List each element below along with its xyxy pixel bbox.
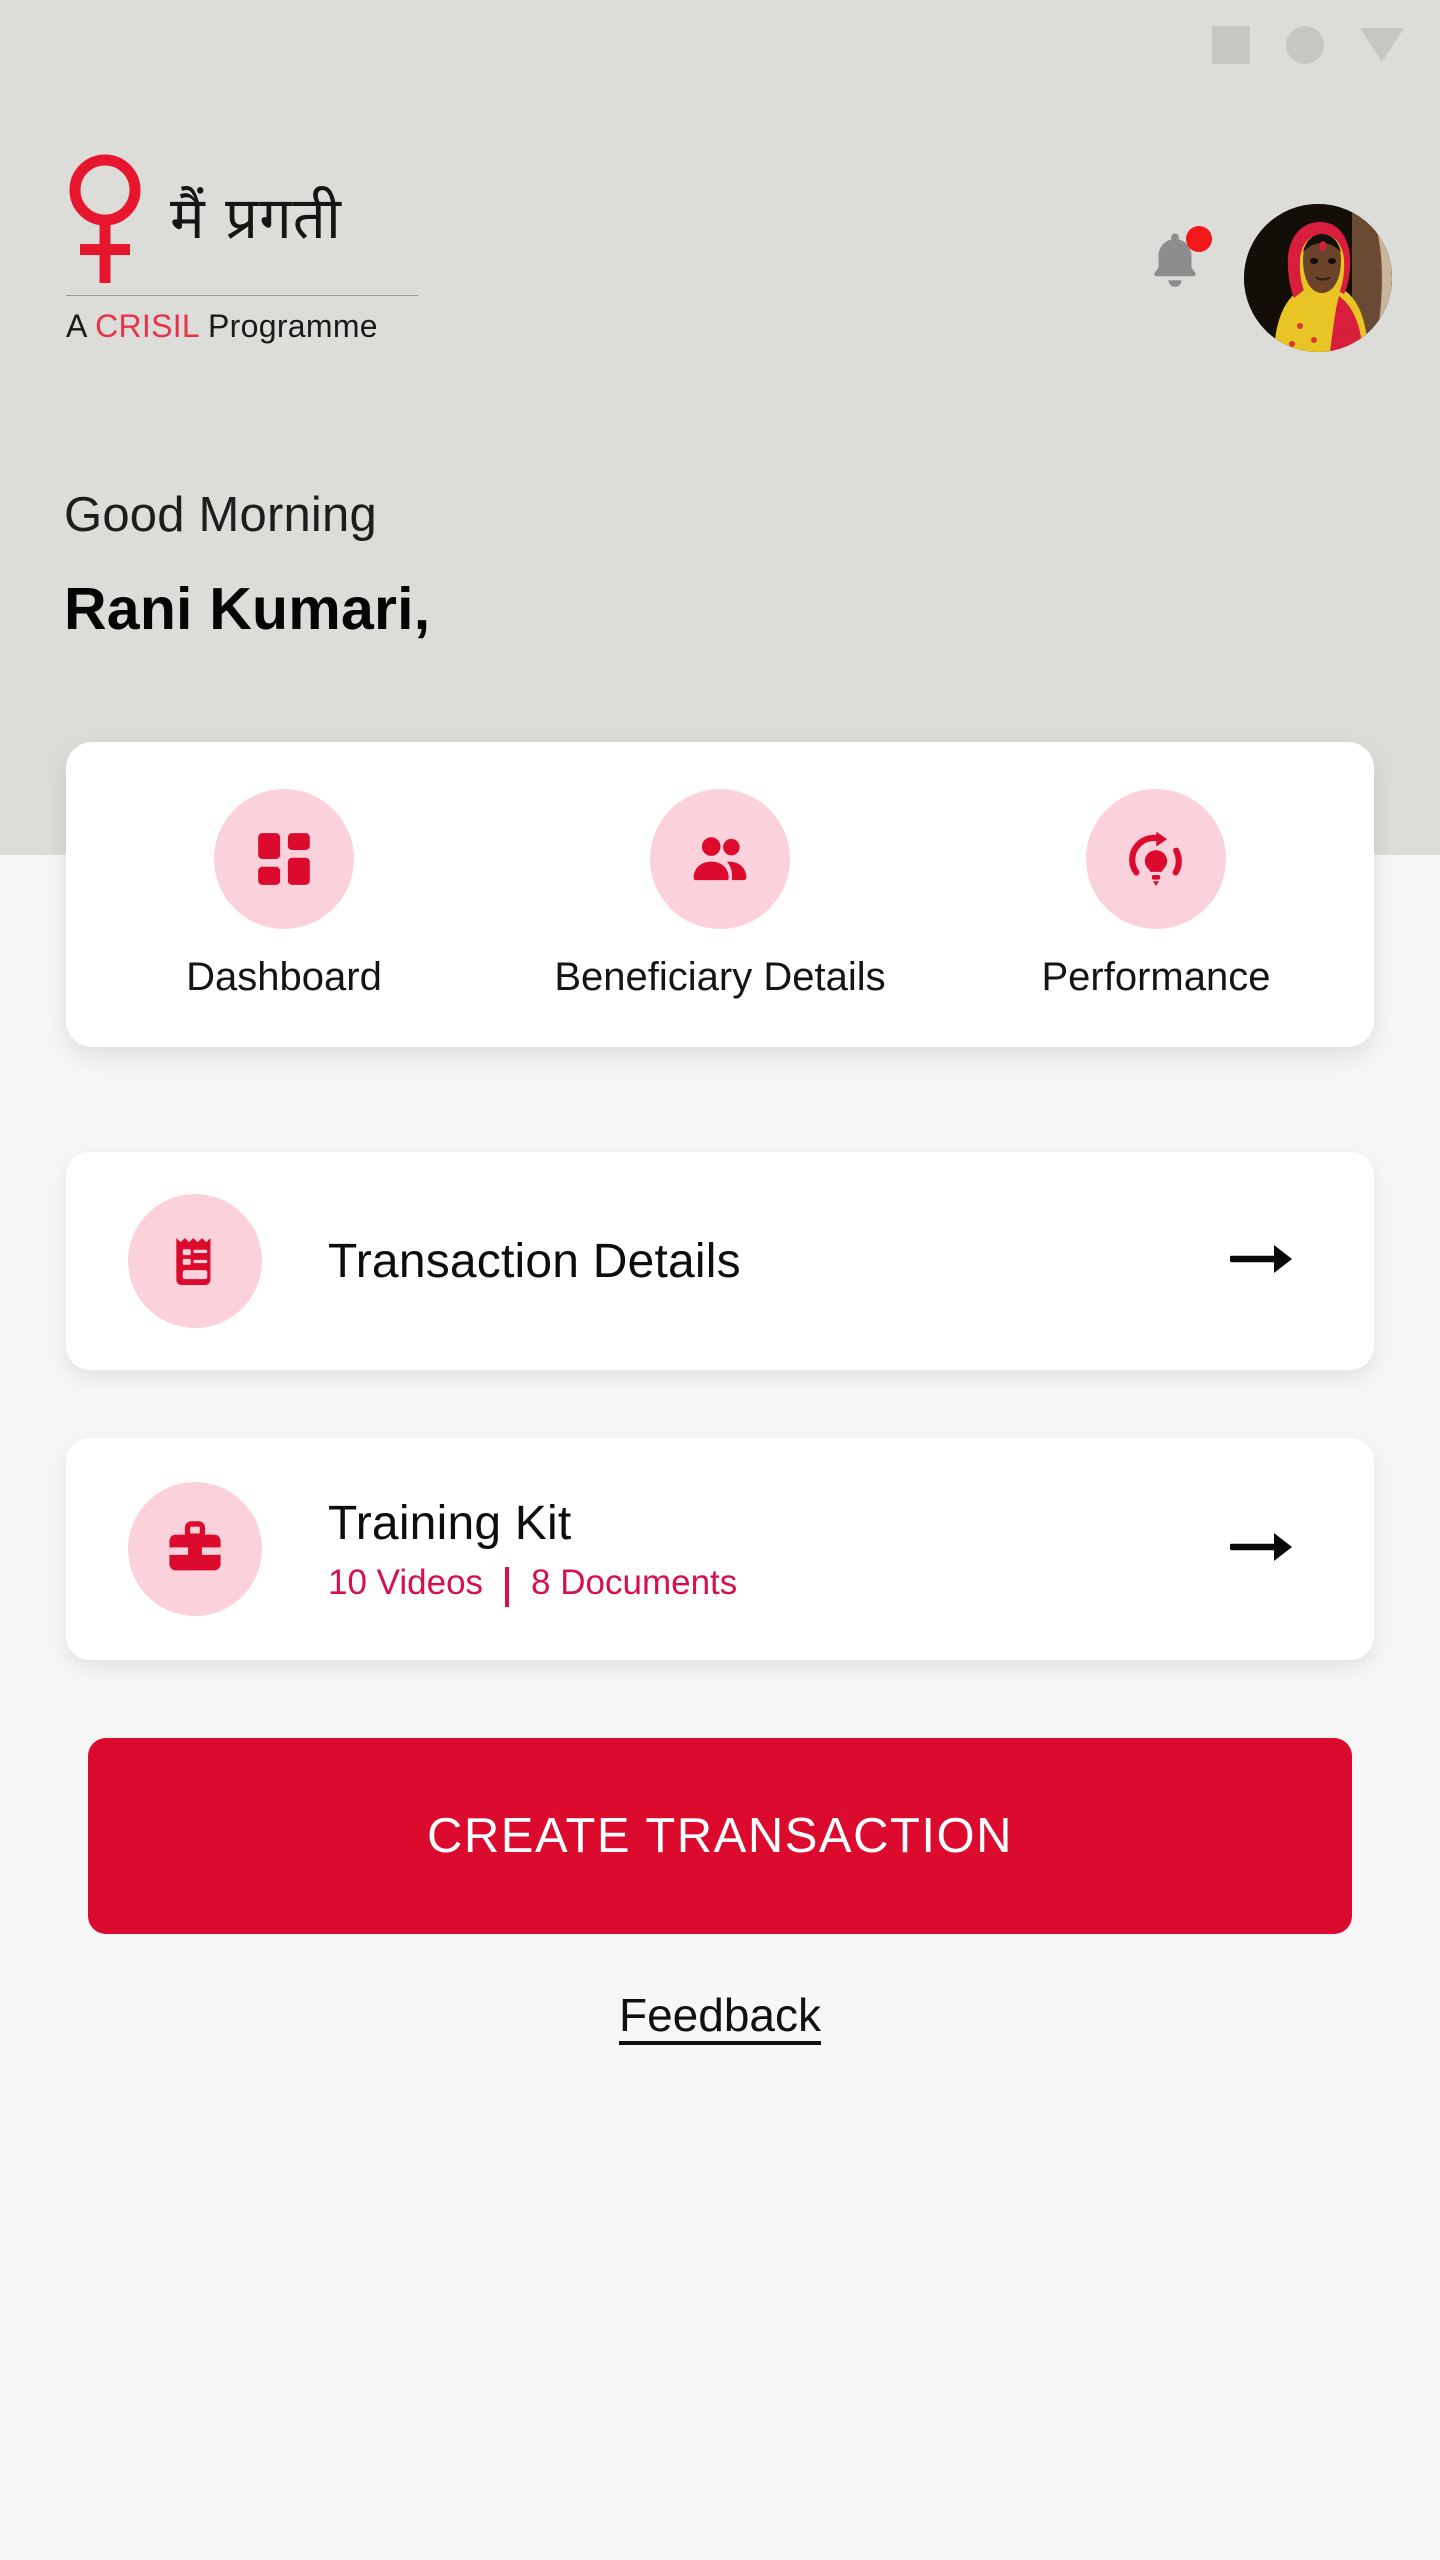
square-placeholder-icon (1212, 26, 1250, 64)
quick-action-label: Performance (1041, 955, 1271, 999)
dashboard-icon-bubble (214, 789, 354, 929)
brand-logo: मैं प्रगती A CRISIL Programme (66, 150, 418, 345)
training-kit-text: Training Kit 10 Videos 8 Documents (328, 1496, 1230, 1607)
documents-count: 8 Documents (531, 1562, 738, 1602)
subtitle-divider (505, 1566, 510, 1607)
quick-action-label: Beneficiary Details (554, 955, 886, 999)
receipt-icon-bubble (128, 1194, 262, 1328)
row-subtitle: 10 Videos 8 Documents (328, 1562, 1230, 1607)
circle-placeholder-icon (1286, 26, 1324, 64)
quick-actions-card: Dashboard Beneficiary Details Performanc… (66, 742, 1374, 1047)
tagline-suffix: Programme (198, 308, 378, 344)
transaction-details-row[interactable]: Transaction Details (66, 1152, 1374, 1370)
toolbox-icon-bubble (128, 1482, 262, 1616)
quick-action-label: Dashboard (186, 955, 382, 999)
brand-title: मैं प्रगती (170, 183, 342, 252)
tagline-prefix: A (66, 308, 96, 344)
create-transaction-button[interactable]: CREATE TRANSACTION (88, 1738, 1352, 1934)
greeting-salutation: Good Morning (64, 488, 377, 542)
performance-icon-bubble (1086, 789, 1226, 929)
tagline-brand: CRISIL (95, 308, 199, 344)
venus-symbol-icon (69, 154, 141, 283)
dashboard-grid-icon (258, 833, 310, 885)
quick-action-dashboard[interactable]: Dashboard (66, 789, 502, 1000)
notification-unread-badge (1186, 226, 1212, 252)
notification-bell-button[interactable] (1142, 226, 1212, 294)
row-title: Transaction Details (328, 1234, 741, 1288)
arrow-right-icon[interactable] (1228, 1239, 1294, 1284)
receipt-icon (176, 1238, 211, 1285)
header-background (0, 0, 1440, 855)
brand-tagline: A CRISIL Programme (66, 308, 418, 345)
page-title: Rani Kumari, (64, 576, 431, 642)
toolbox-briefcase-icon (169, 1521, 221, 1571)
feedback-label: Feedback (618, 1989, 821, 2041)
training-kit-row[interactable]: Training Kit 10 Videos 8 Documents (66, 1438, 1374, 1660)
status-bar (1212, 26, 1404, 64)
arrow-right-icon[interactable] (1228, 1527, 1294, 1572)
people-icon-bubble (650, 789, 790, 929)
performance-bulb-refresh-icon (1129, 831, 1182, 886)
quick-action-beneficiary-details[interactable]: Beneficiary Details (502, 789, 938, 1000)
feedback-link[interactable]: Feedback (0, 1988, 1440, 2042)
user-avatar-photo (1244, 204, 1392, 352)
triangle-down-placeholder-icon (1360, 28, 1404, 62)
people-group-icon (693, 837, 747, 881)
brand-row: मैं प्रगती (66, 150, 418, 285)
app-screen: मैं प्रगती A CRISIL Programme Good Morni… (0, 0, 1440, 2560)
row-title: Training Kit (328, 1496, 572, 1550)
brand-divider (66, 295, 418, 296)
quick-action-performance[interactable]: Performance (938, 789, 1374, 1000)
transaction-details-text: Transaction Details (328, 1234, 1230, 1289)
videos-count: 10 Videos (328, 1562, 484, 1602)
avatar[interactable] (1244, 204, 1392, 352)
